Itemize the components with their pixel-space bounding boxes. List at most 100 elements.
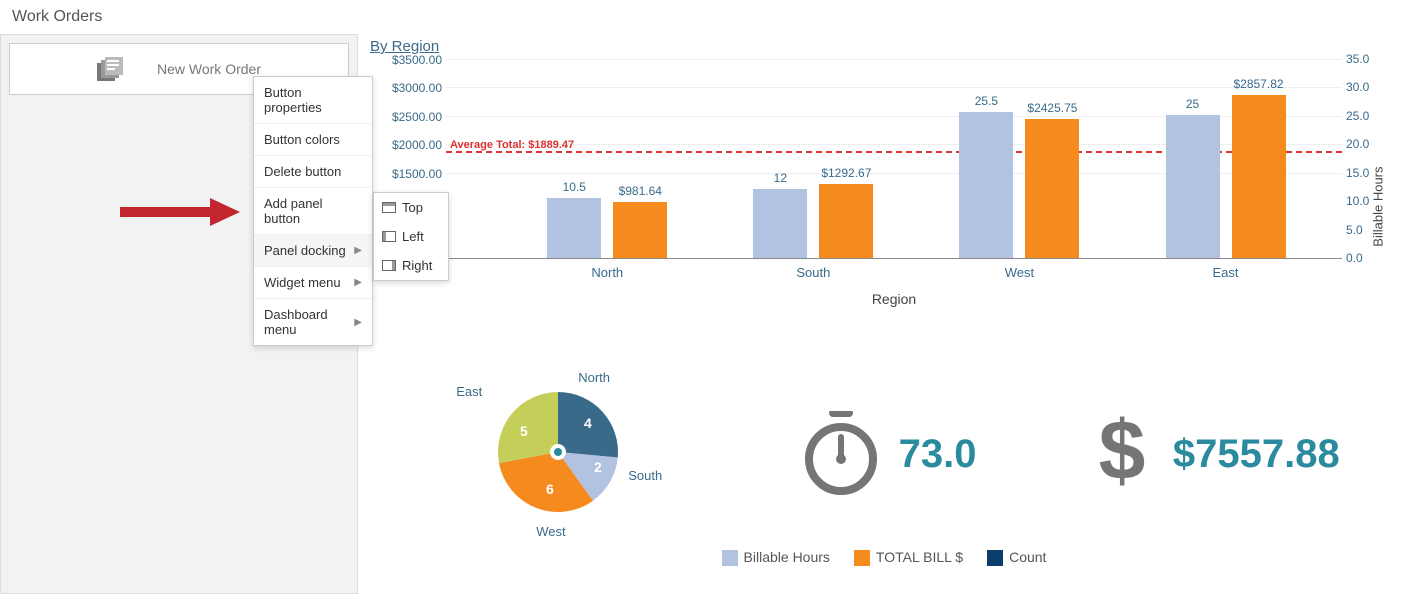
y-right-tick: 15.0: [1346, 166, 1369, 180]
legend-swatch: [854, 550, 870, 566]
annotation-arrow-icon: [120, 198, 240, 229]
dock-label: Top: [402, 200, 423, 215]
legend-swatch: [987, 550, 1003, 566]
legend-label: Billable Hours: [744, 549, 830, 565]
y-right-tick: 10.0: [1346, 194, 1369, 208]
bar-total[interactable]: $2425.75: [1025, 119, 1079, 258]
ctx-add-panel-button[interactable]: Add panel button: [254, 188, 372, 235]
y-left-tick: $3000.00: [392, 81, 442, 95]
pie-slice-value: 2: [594, 459, 602, 475]
dashboard-panel: By Region $3500.00 $3000.00 $2500.00 $20…: [358, 34, 1410, 594]
chart-plot-area: $3500.00 $3000.00 $2500.00 $2000.00 $150…: [446, 59, 1342, 259]
x-category: West: [1005, 265, 1034, 280]
y2-axis-title: Billable Hours: [1371, 167, 1386, 247]
ctx-label: Widget menu: [264, 275, 341, 290]
legend-label: TOTAL BILL $: [876, 549, 963, 565]
x-category: South: [796, 265, 830, 280]
dollar-icon: $: [1093, 411, 1151, 498]
bar-total[interactable]: $1292.67: [819, 184, 873, 258]
chevron-right-icon: ▶: [354, 277, 362, 288]
ctx-delete-button[interactable]: Delete button: [254, 156, 372, 188]
bar-value-label: 25: [1166, 97, 1220, 111]
ctx-label: Add panel button: [264, 196, 362, 226]
ctx-panel-docking[interactable]: Panel docking ▶: [254, 235, 372, 267]
pie-label: East: [456, 384, 482, 399]
legend-item[interactable]: Count: [987, 549, 1046, 566]
dock-left[interactable]: Left: [374, 222, 448, 251]
pie-svg[interactable]: 4 2 6 5: [498, 392, 618, 512]
chart-title[interactable]: By Region: [370, 38, 1398, 55]
ctx-widget-menu[interactable]: Widget menu ▶: [254, 267, 372, 299]
ctx-label: Button properties: [264, 85, 362, 115]
y-left-tick: $2000.00: [392, 138, 442, 152]
ctx-button-colors[interactable]: Button colors: [254, 124, 372, 156]
bar-group-west: 25.5 $2425.75: [959, 112, 1079, 258]
pie-label: West: [536, 524, 565, 539]
context-menu: Button properties Button colors Delete b…: [253, 76, 373, 346]
kpi-total-value: $7557.88: [1173, 432, 1340, 477]
bar-hours[interactable]: 10.5: [547, 198, 601, 258]
ctx-button-properties[interactable]: Button properties: [254, 77, 372, 124]
dock-submenu: Top Left Right: [373, 192, 449, 281]
svg-text:$: $: [1099, 411, 1146, 495]
x-category: East: [1213, 265, 1239, 280]
bar-total[interactable]: $981.64: [613, 202, 667, 258]
y-right-tick: 35.0: [1346, 52, 1369, 66]
documents-stack-icon: [97, 57, 125, 81]
bar-value-label: 10.5: [547, 180, 601, 194]
average-label: Average Total: $1889.47: [450, 139, 574, 151]
chart-legend: Billable Hours TOTAL BILL $ Count: [370, 549, 1398, 566]
bar-chart: $3500.00 $3000.00 $2500.00 $2000.00 $150…: [370, 59, 1398, 339]
ctx-label: Delete button: [264, 164, 341, 179]
new-work-order-label: New Work Order: [157, 61, 261, 77]
pie-label: North: [578, 370, 610, 385]
x-axis-title: Region: [872, 291, 916, 307]
bar-value-label: $1292.67: [819, 166, 873, 180]
bar-hours[interactable]: 25.5: [959, 112, 1013, 258]
ctx-label: Dashboard menu: [264, 307, 354, 337]
kpi-hours: 73.0: [805, 411, 977, 498]
dock-label: Right: [402, 258, 432, 273]
bar-value-label: $2425.75: [1025, 101, 1079, 115]
y-right-tick: 30.0: [1346, 80, 1369, 94]
y-left-tick: $3500.00: [392, 53, 442, 67]
dock-right[interactable]: Right: [374, 251, 448, 280]
bar-hours[interactable]: 12: [753, 189, 807, 258]
dock-left-icon: [382, 231, 396, 242]
dock-top-icon: [382, 202, 396, 213]
pie-chart: 4 2 6 5 North South West East: [428, 364, 688, 544]
legend-label: Count: [1009, 549, 1046, 565]
bar-value-label: 25.5: [959, 94, 1013, 108]
page-title: Work Orders: [0, 0, 1410, 34]
y-left-tick: $2500.00: [392, 110, 442, 124]
dock-right-icon: [382, 260, 396, 271]
legend-swatch: [722, 550, 738, 566]
ctx-label: Button colors: [264, 132, 340, 147]
y-right-tick: 5.0: [1346, 223, 1363, 237]
y-right-tick: 0.0: [1346, 251, 1363, 265]
dock-label: Left: [402, 229, 424, 244]
chevron-right-icon: ▶: [354, 245, 362, 256]
pie-slice-value: 4: [584, 415, 592, 431]
ctx-label: Panel docking: [264, 243, 346, 258]
bar-group-north: 10.5 $981.64: [547, 198, 667, 258]
y-left-tick: $1500.00: [392, 167, 442, 181]
chevron-right-icon: ▶: [354, 317, 362, 328]
bar-total[interactable]: $2857.82: [1232, 95, 1286, 258]
stopwatch-icon: [805, 411, 877, 498]
bar-value-label: $2857.82: [1232, 77, 1286, 91]
legend-item[interactable]: Billable Hours: [722, 549, 830, 566]
bar-group-east: 25 $2857.82: [1166, 95, 1286, 258]
y-right-tick: 25.0: [1346, 109, 1369, 123]
bar-hours[interactable]: 25: [1166, 115, 1220, 258]
bar-value-label: $981.64: [613, 184, 667, 198]
ctx-dashboard-menu[interactable]: Dashboard menu▶: [254, 299, 372, 345]
pie-slice-value: 5: [520, 423, 528, 439]
y-right-tick: 20.0: [1346, 137, 1369, 151]
dock-top[interactable]: Top: [374, 193, 448, 222]
pie-label: South: [628, 468, 662, 483]
bar-value-label: 12: [753, 171, 807, 185]
kpi-total: $ $7557.88: [1093, 411, 1340, 498]
kpi-hours-value: 73.0: [899, 432, 977, 477]
legend-item[interactable]: TOTAL BILL $: [854, 549, 963, 566]
